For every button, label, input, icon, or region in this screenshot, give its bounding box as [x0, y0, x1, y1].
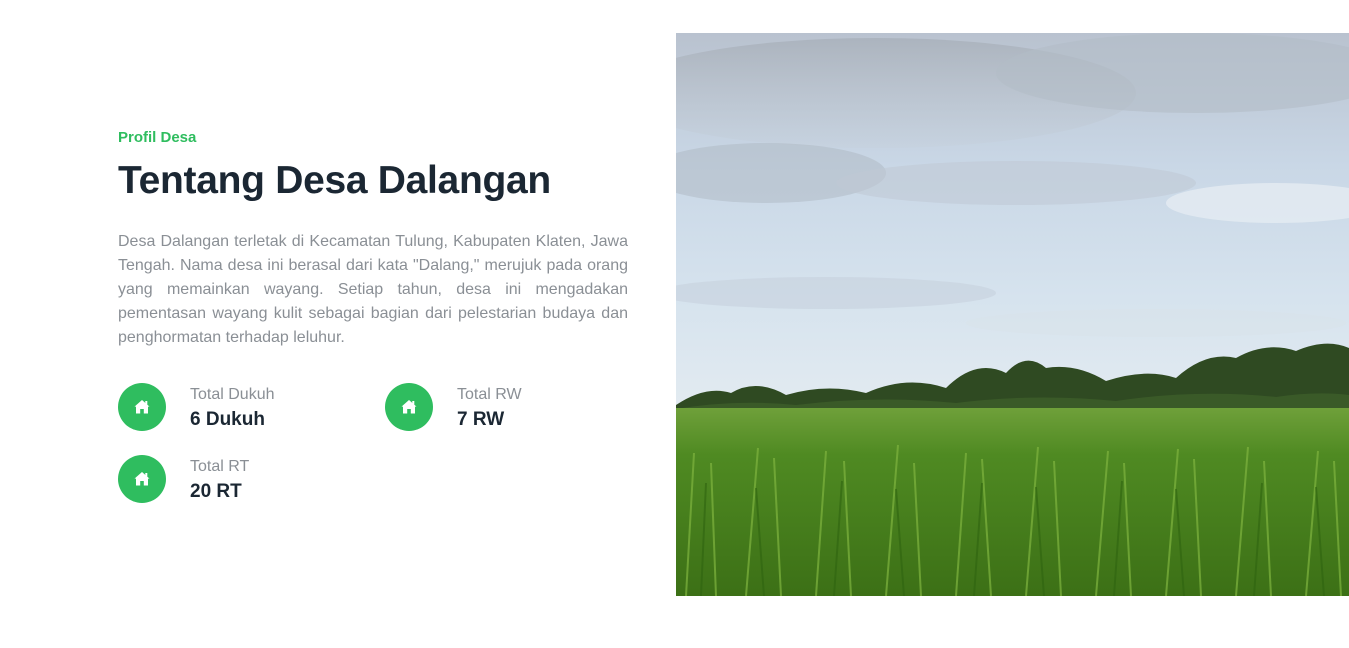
rice-field-illustration: [676, 33, 1349, 596]
home-icon: [385, 383, 433, 431]
stat-label: Total RT: [190, 458, 250, 475]
home-icon-glyph: [401, 400, 417, 414]
home-icon-glyph: [134, 400, 150, 414]
stat-value: 7 RW: [457, 409, 505, 430]
home-icon-glyph: [134, 472, 150, 486]
home-icon: [118, 383, 166, 431]
rice-field-photo: [676, 33, 1349, 596]
stat-value: 6 Dukuh: [190, 409, 265, 430]
stat-item-rw: Total RW 7 RW: [385, 383, 625, 431]
stat-label: Total Dukuh: [190, 386, 275, 403]
section-description: Desa Dalangan terletak di Kecamatan Tulu…: [118, 233, 628, 346]
home-icon: [118, 455, 166, 503]
stats-grid: Total Dukuh 6 Dukuh Total RW 7 RW Total …: [118, 383, 628, 508]
stat-value: 20 RT: [190, 481, 242, 502]
stat-item-dukuh: Total Dukuh 6 Dukuh: [118, 383, 358, 431]
section-eyebrow: Profil Desa: [118, 129, 197, 146]
about-section: Profil Desa Tentang Desa Dalangan Desa D…: [0, 0, 1349, 648]
about-content: Profil Desa Tentang Desa Dalangan Desa D…: [118, 128, 628, 508]
stat-item-rt: Total RT 20 RT: [118, 455, 358, 503]
stat-label: Total RW: [457, 386, 522, 403]
section-title: Tentang Desa Dalangan: [118, 159, 551, 202]
